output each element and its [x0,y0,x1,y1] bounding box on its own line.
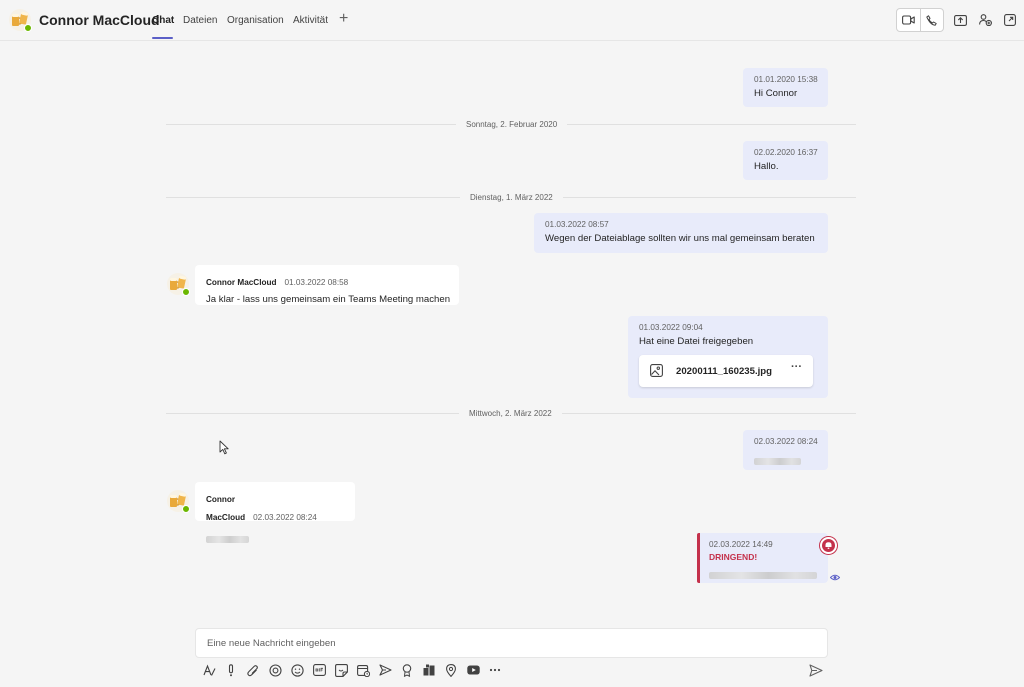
gif-button[interactable] [308,660,330,680]
tab-aktivitaet[interactable]: Aktivität [293,15,328,26]
attach-icon [247,664,258,676]
add-people-button[interactable] [978,13,992,27]
message-timestamp: 01.01.2020 15:38 [754,75,818,84]
compose-toolbar [198,660,506,680]
tab-dateien[interactable]: Dateien [183,15,217,26]
presence-available-icon [182,288,190,296]
audio-call-icon [926,14,937,26]
loop-icon [268,663,282,677]
priority-button[interactable] [220,660,242,680]
image-file-icon [650,364,663,377]
add-people-icon [978,14,992,26]
redacted-message-text [709,572,817,579]
message-text: Wegen der Dateiablage sollten wir uns ma… [545,233,815,244]
message-timestamp: 02.02.2020 16:37 [754,148,818,157]
redacted-message-text [206,536,249,543]
format-button[interactable] [198,660,220,680]
message-text: Hat eine Datei freigegeben [639,336,754,347]
priority-icon [228,663,234,676]
sticker-icon [334,663,348,677]
presence-available-icon [24,24,32,32]
message-timestamp: 02.03.2022 08:24 [253,513,317,522]
location-icon [446,663,456,677]
send-icon [809,663,823,677]
location-button[interactable] [440,660,462,680]
apps-button[interactable] [418,660,440,680]
message-sender: Connor MacCloud [206,278,277,287]
emoji-button[interactable] [286,660,308,680]
popout-icon [1004,14,1016,26]
screen-share-icon [953,14,967,26]
message-bubble-sent[interactable]: 02.03.2022 08:24 [743,430,828,470]
date-divider-label: Sonntag, 2. Februar 2020 [456,120,568,129]
presence-available-icon [182,505,190,513]
mouse-cursor-icon [219,440,229,455]
video-call-icon [901,15,915,25]
contact-avatar[interactable] [9,9,32,32]
audio-call-button[interactable] [919,9,944,31]
sticker-button[interactable] [330,660,352,680]
date-divider-label: Dienstag, 1. März 2022 [460,193,563,202]
praise-button[interactable] [396,660,418,680]
apps-icon [423,664,435,676]
call-button-group [896,8,944,32]
stream-button[interactable] [374,660,396,680]
emoji-icon [290,663,304,677]
message-timestamp: 01.03.2022 09:04 [639,323,703,332]
popout-button[interactable] [1003,13,1017,27]
screen-share-button[interactable] [953,13,967,27]
sender-avatar[interactable] [167,273,190,296]
message-bubble-sent[interactable]: 01.03.2022 08:57 Wegen der Dateiablage s… [534,213,828,253]
stream-icon [378,664,392,676]
video-call-button[interactable] [897,9,920,31]
message-text: Hi Connor [754,88,798,99]
schedule-meeting-icon [356,664,370,677]
schedule-meeting-button[interactable] [352,660,374,680]
youtube-button[interactable] [462,660,484,680]
urgent-label: DRINGEND! [709,552,758,562]
loop-button[interactable] [264,660,286,680]
send-button[interactable] [808,662,824,678]
tab-organisation[interactable]: Organisation [227,15,284,26]
praise-icon [402,663,412,677]
message-text: Ja klar - lass uns gemeinsam ein Teams M… [206,294,451,305]
format-icon [202,663,215,676]
file-more-options-icon[interactable]: ··· [791,361,802,373]
message-compose-input[interactable]: Eine neue Nachricht eingeben [195,628,828,658]
message-timestamp: 01.03.2022 08:57 [545,220,609,229]
message-bubble-sent[interactable]: 01.01.2020 15:38 Hi Connor [743,68,828,107]
attach-button[interactable] [242,660,264,680]
chat-header: Connor MacCloud Chat Dateien Organisatio… [0,0,1024,41]
active-tab-indicator [152,37,173,39]
message-timestamp: 01.03.2022 08:58 [284,278,349,287]
seen-eye-icon [830,574,840,581]
message-bubble-sent[interactable]: 02.02.2020 16:37 Hallo. [743,141,828,180]
redacted-message-text [754,458,801,465]
sender-avatar[interactable] [167,490,190,513]
tab-chat[interactable]: Chat [152,15,174,26]
file-name: 20200111_160235.jpg [676,366,773,377]
date-divider-label: Mittwoch, 2. März 2022 [459,409,562,418]
message-timestamp: 02.03.2022 08:24 [754,437,818,446]
gif-icon [312,664,326,676]
chat-title: Connor MacCloud [39,12,160,28]
message-bubble-sent-urgent[interactable]: 02.03.2022 14:49 DRINGEND! [700,533,828,583]
message-sender: Connor MacCloud [206,495,246,522]
message-bubble-received[interactable]: Connor MacCloud 02.03.2022 08:24 [195,482,355,543]
more-icon [489,668,501,672]
message-bubble-received[interactable]: Connor MacCloud 01.03.2022 08:58 Ja klar … [195,265,459,305]
add-tab-button[interactable]: + [339,10,348,28]
file-attachment-card[interactable]: 20200111_160235.jpg ··· [639,355,813,387]
more-options-button[interactable] [484,660,506,680]
message-text: Hallo. [754,161,779,172]
youtube-icon [466,665,480,675]
urgent-bell-icon [820,537,837,554]
message-timestamp: 02.03.2022 14:49 [709,540,773,549]
